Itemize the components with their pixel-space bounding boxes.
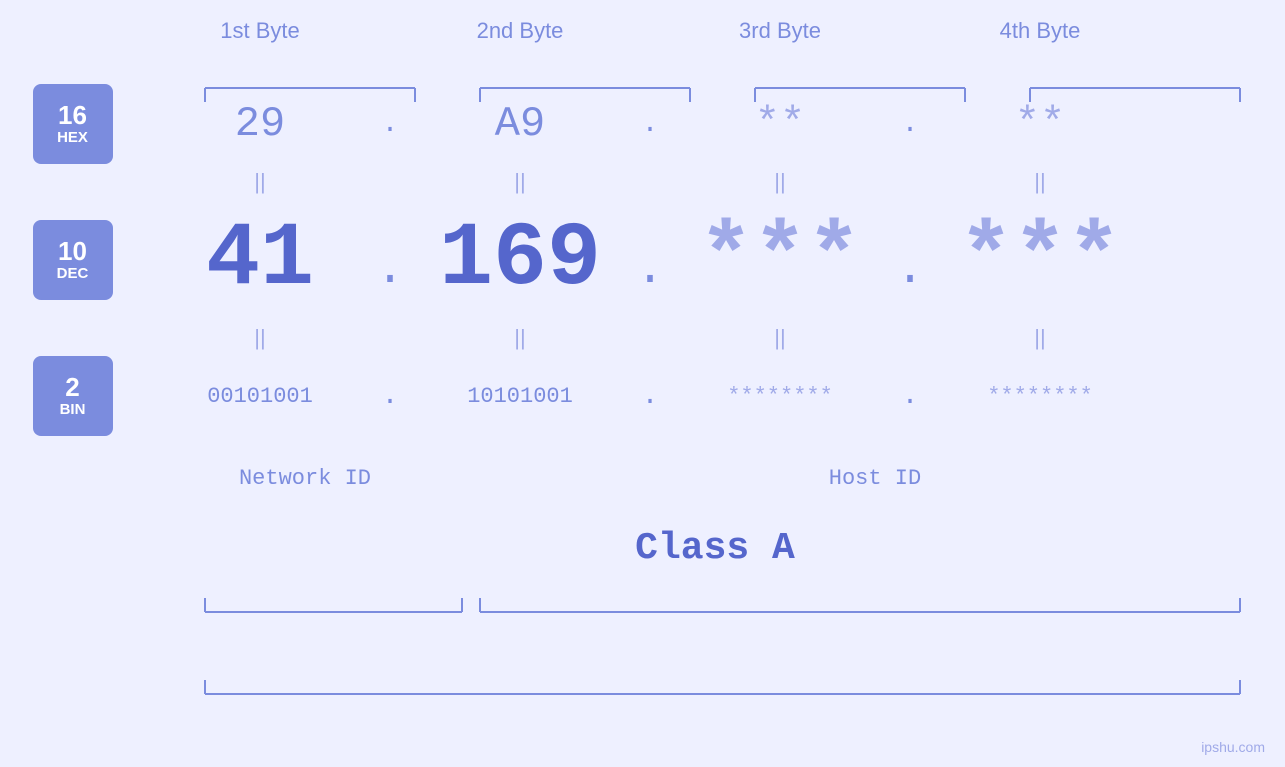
dot1: . [375, 109, 405, 140]
bin-dot2: . [635, 381, 665, 412]
hex-byte4: ** [925, 100, 1155, 148]
eq8: || [925, 325, 1155, 351]
hex-badge: 16 HEX [33, 84, 113, 164]
eq4: || [925, 169, 1155, 195]
eq3: || [665, 169, 895, 195]
dec-byte1: 41 [145, 209, 375, 311]
class-label: Class A [635, 527, 795, 570]
bin-byte3: ******** [665, 384, 895, 409]
dec-badge: 10 DEC [33, 220, 113, 300]
eq2: || [405, 169, 635, 195]
dec-dot1: . [375, 223, 405, 297]
dec-dot3: . [895, 223, 925, 297]
dot2: . [635, 109, 665, 140]
dec-dot2: . [635, 223, 665, 297]
main-container: 1st Byte 2nd Byte 3rd Byte 4th Byte 16 H… [0, 0, 1285, 767]
bin-dot1: . [375, 381, 405, 412]
eq7: || [665, 325, 895, 351]
bin-byte2: 10101001 [405, 384, 635, 409]
eq5: || [145, 325, 375, 351]
byte-header-4: 4th Byte [925, 18, 1155, 44]
hex-byte2: A9 [405, 100, 635, 148]
host-id-label: Host ID [829, 466, 921, 491]
bin-badge: 2 BIN [33, 356, 113, 436]
bin-dot3: . [895, 381, 925, 412]
byte-header-1: 1st Byte [145, 18, 375, 44]
dec-byte3: *** [665, 209, 895, 311]
dec-byte4: *** [925, 209, 1155, 311]
byte-header-3: 3rd Byte [665, 18, 895, 44]
bin-byte1: 00101001 [145, 384, 375, 409]
hex-byte3: ** [665, 100, 895, 148]
eq1: || [145, 169, 375, 195]
dec-byte2: 169 [405, 209, 635, 311]
eq6: || [405, 325, 635, 351]
network-id-label: Network ID [239, 466, 371, 491]
dot3: . [895, 109, 925, 140]
bin-byte4: ******** [925, 384, 1155, 409]
hex-byte1: 29 [145, 100, 375, 148]
byte-header-2: 2nd Byte [405, 18, 635, 44]
watermark: ipshu.com [1201, 739, 1265, 755]
